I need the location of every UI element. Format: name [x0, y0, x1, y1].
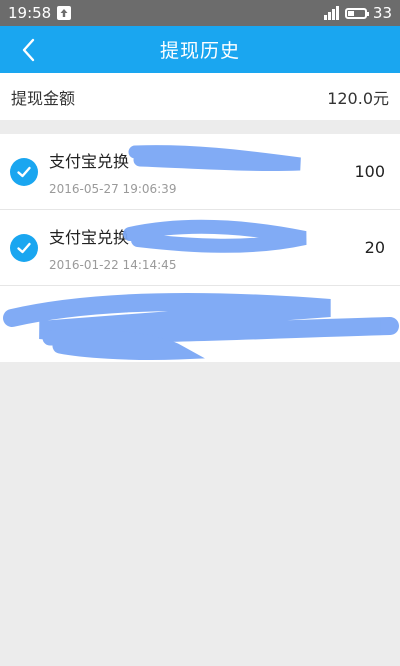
item-amount: 20: [364, 238, 385, 257]
page-title: 提现历史: [159, 40, 240, 62]
item-amount: 100: [354, 162, 385, 181]
item-title: 支付宝兑换: [49, 151, 130, 171]
withdraw-total-row: 提现金额 120.0元: [0, 73, 400, 120]
item-title: 支付宝兑换: [49, 227, 130, 247]
withdraw-total-value: 120.0元: [327, 88, 389, 108]
item-date: 2016-05-27 19:06:39: [49, 181, 177, 196]
signal-icon: [323, 6, 339, 20]
section-divider: [0, 120, 400, 134]
battery-level: 33: [372, 4, 392, 22]
check-circle-icon: [10, 233, 38, 262]
battery-icon: [344, 7, 369, 19]
status-time: 19:58: [8, 4, 52, 22]
withdraw-history-list: 支付宝兑换 2016-05-27 19:06:39 100 支付宝兑换 2016…: [0, 134, 400, 362]
back-button[interactable]: [8, 26, 48, 73]
list-item[interactable]: [0, 286, 400, 362]
status-bar: 19:58 33: [0, 0, 400, 26]
chevron-left-icon: [22, 38, 35, 61]
nav-bar: 提现历史: [0, 26, 400, 73]
list-item[interactable]: 支付宝兑换 2016-05-27 19:06:39 100: [0, 134, 400, 210]
withdraw-total-label: 提现金额: [11, 88, 76, 108]
item-date: 2016-01-22 14:14:45: [49, 257, 177, 272]
list-item[interactable]: 支付宝兑换 2016-01-22 14:14:45 20: [0, 210, 400, 286]
check-circle-icon: [10, 157, 38, 186]
upload-icon: [57, 6, 72, 20]
